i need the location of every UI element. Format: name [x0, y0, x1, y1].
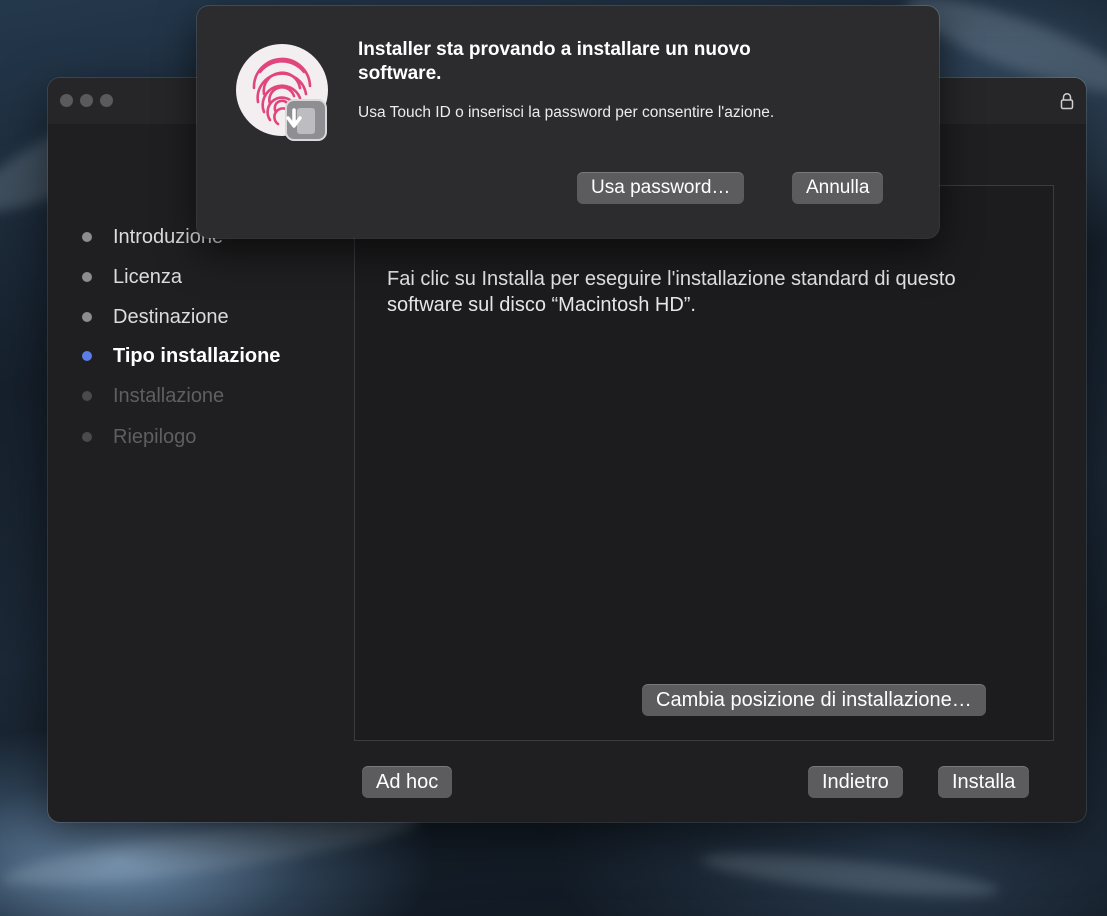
step-label: Installazione [113, 384, 225, 407]
step-indicator-dot [82, 312, 92, 322]
step-installation-type: Tipo installazione [82, 343, 280, 369]
minimize-window-button[interactable] [80, 94, 93, 107]
cancel-button[interactable]: Annulla [792, 172, 884, 204]
zoom-window-button[interactable] [100, 94, 113, 107]
touch-id-fingerprint-icon [236, 44, 328, 141]
step-indicator-dot [82, 351, 92, 361]
install-button[interactable]: Installa [938, 766, 1030, 798]
close-window-button[interactable] [60, 94, 73, 107]
change-install-location-button[interactable]: Cambia posizione di installazione… [642, 684, 986, 716]
step-indicator-dot [82, 391, 92, 401]
step-installation: Installazione [82, 383, 224, 409]
use-password-button[interactable]: Usa password… [577, 172, 745, 204]
step-label: Riepilogo [113, 425, 197, 448]
installation-type-panel: Fai clic su Installa per eseguire l'inst… [354, 185, 1054, 741]
step-indicator-dot [82, 232, 92, 242]
step-label: Licenza [113, 265, 182, 288]
step-destination: Destinazione [82, 304, 229, 330]
step-label: Tipo installazione [113, 344, 281, 367]
dialog-title: Installer sta provando a installare un n… [358, 39, 751, 84]
installation-description: Fai clic su Installa per eseguire l'inst… [387, 268, 956, 316]
authorization-dialog: Installer sta provando a installare un n… [197, 6, 939, 238]
step-label: Destinazione [113, 305, 229, 328]
customize-button[interactable]: Ad hoc [362, 766, 453, 798]
dialog-message: Usa Touch ID o inserisci la password per… [358, 104, 775, 121]
back-button[interactable]: Indietro [808, 766, 903, 798]
lock-icon [1060, 92, 1074, 110]
step-summary: Riepilogo [82, 424, 196, 450]
step-license: Licenza [82, 264, 182, 290]
step-indicator-dot [82, 272, 92, 282]
step-indicator-dot [82, 432, 92, 442]
